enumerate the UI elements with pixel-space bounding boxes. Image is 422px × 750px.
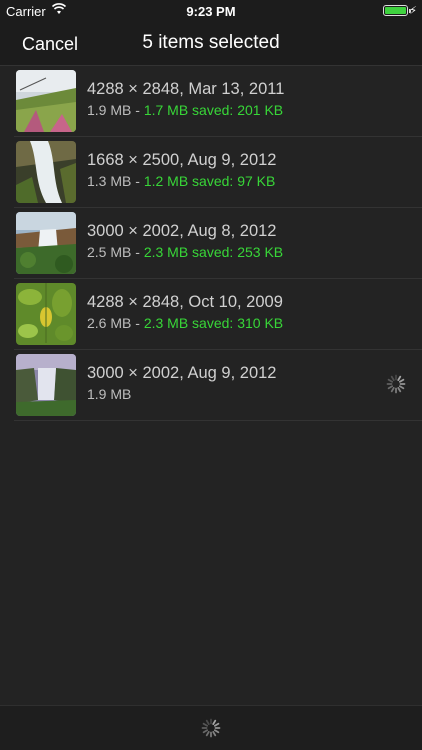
photo-thumbnail <box>16 283 76 345</box>
charging-bolt-icon: ⚡ <box>409 5 417 17</box>
list-item[interactable]: 3000 × 2002, Aug 8, 2012 2.5 MB - 2.3 MB… <box>14 208 422 279</box>
status-time: 9:23 PM <box>186 4 236 19</box>
list-item[interactable]: 4288 × 2848, Mar 13, 2011 1.9 MB - 1.7 M… <box>14 66 422 137</box>
photo-dimensions-date: 3000 × 2002, Aug 9, 2012 <box>87 364 277 382</box>
photo-thumbnail <box>16 141 76 203</box>
list-item[interactable]: 4288 × 2848, Oct 10, 2009 2.6 MB - 2.3 M… <box>14 279 422 350</box>
loading-spinner-icon <box>201 718 221 738</box>
list-item[interactable]: 1668 × 2500, Aug 9, 2012 1.3 MB - 1.2 MB… <box>14 137 422 208</box>
battery-icon <box>383 5 411 16</box>
photo-dimensions-date: 3000 × 2002, Aug 8, 2012 <box>87 222 277 240</box>
saved-info: 2.3 MB saved: 310 KB <box>143 315 284 331</box>
saved-info: 2.3 MB saved: 253 KB <box>143 244 284 260</box>
photo-dimensions-date: 4288 × 2848, Mar 13, 2011 <box>87 80 285 98</box>
page-title: 5 items selected <box>142 32 280 53</box>
photo-thumbnail <box>16 212 76 274</box>
photo-list: 4288 × 2848, Mar 13, 2011 1.9 MB - 1.7 M… <box>0 66 422 421</box>
bottom-toolbar <box>0 705 422 750</box>
photo-size-info: 2.5 MB - 2.3 MB saved: 253 KB <box>87 244 284 260</box>
saved-info: 1.2 MB saved: 97 KB <box>143 173 276 189</box>
photo-dimensions-date: 1668 × 2500, Aug 9, 2012 <box>87 151 277 169</box>
photo-size-info: 1.3 MB - 1.2 MB saved: 97 KB <box>87 173 276 189</box>
photo-size-info: 1.9 MB - 1.7 MB saved: 201 KB <box>87 102 284 118</box>
photo-size-info: 2.6 MB - 2.3 MB saved: 310 KB <box>87 315 284 331</box>
navigation-bar: Cancel 5 items selected <box>0 22 422 66</box>
photo-thumbnail <box>16 354 76 416</box>
saved-info: 1.7 MB saved: 201 KB <box>143 102 284 118</box>
photo-thumbnail <box>16 70 76 132</box>
status-bar: Carrier 9:23 PM ⚡ <box>0 0 422 22</box>
list-item[interactable]: 3000 × 2002, Aug 9, 2012 1.9 MB <box>14 350 422 421</box>
photo-dimensions-date: 4288 × 2848, Oct 10, 2009 <box>87 293 283 311</box>
photo-size-info: 1.9 MB <box>87 386 132 402</box>
loading-spinner-icon <box>386 374 406 394</box>
